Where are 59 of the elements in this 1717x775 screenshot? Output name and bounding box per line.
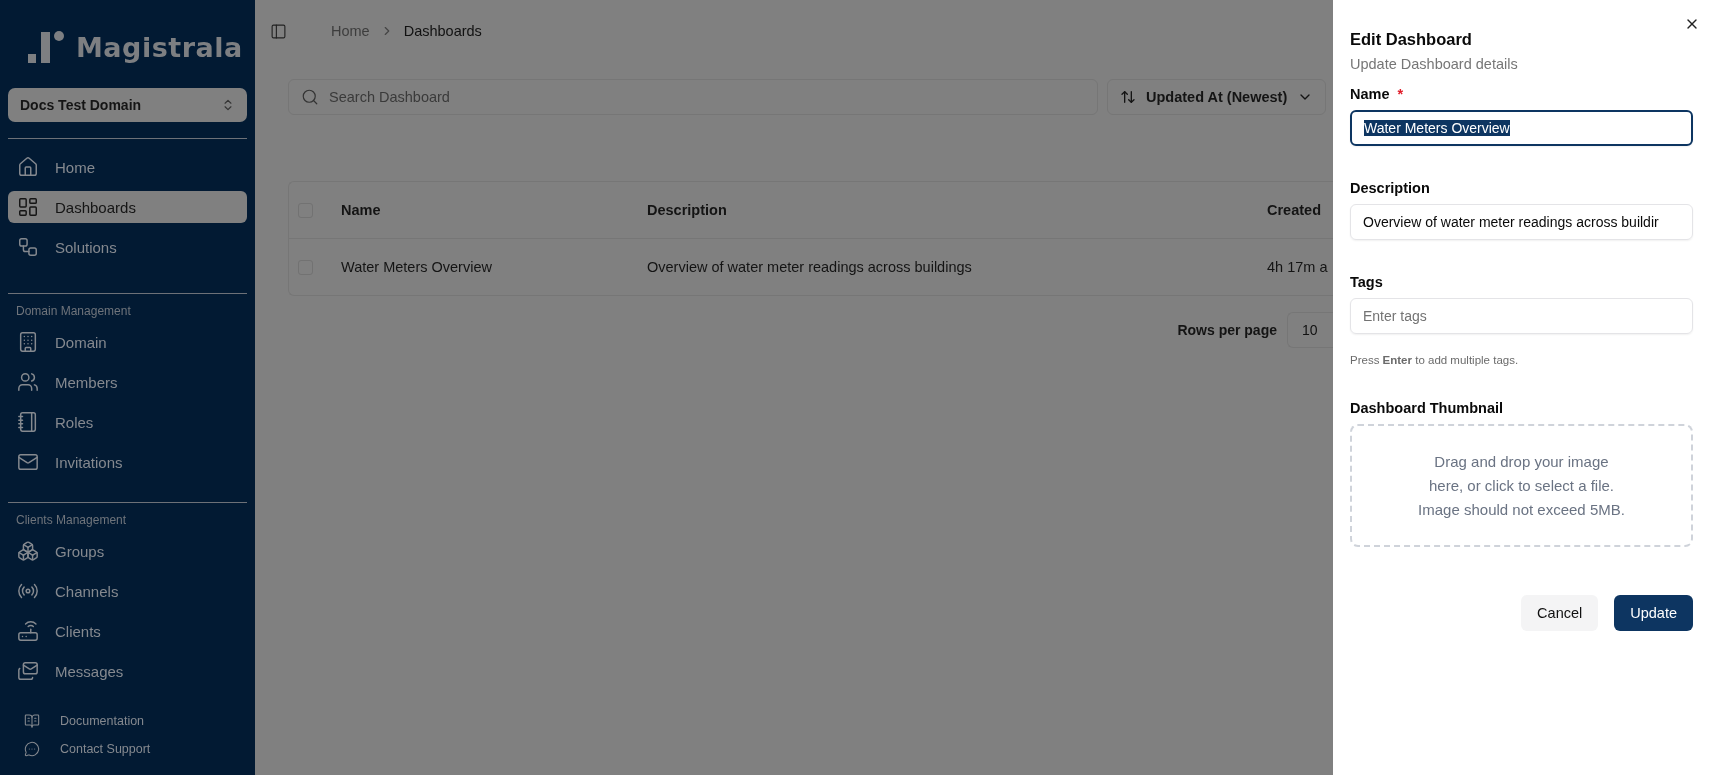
tags-field[interactable]: Enter tags <box>1350 298 1693 334</box>
drawer-title: Edit Dashboard <box>1350 30 1473 49</box>
grid-icon <box>17 196 39 218</box>
sort-button[interactable]: Updated At (Newest) <box>1107 79 1327 115</box>
logo-icon <box>28 30 66 64</box>
name-field[interactable]: Water Meters Overview <box>1350 110 1693 146</box>
field-label: Dashboard Thumbnail <box>1350 400 1505 416</box>
hint-text: Press Enter to add multiple tags. <box>1350 354 1520 366</box>
domain-selector[interactable]: Docs Test Domain <box>8 88 247 122</box>
building-icon <box>17 331 39 353</box>
boxes-icon <box>17 540 39 562</box>
field-label: Tags <box>1350 274 1384 290</box>
sort-icon <box>1120 89 1136 105</box>
field-value: Water Meters Overview <box>1364 120 1510 136</box>
house-icon <box>17 156 39 178</box>
search-field[interactable]: Search Dashboard <box>288 79 1098 115</box>
sidebar-toggle-icon[interactable] <box>270 22 287 40</box>
rows-per-page-label: Rows per page <box>1177 322 1277 338</box>
column-header: Description <box>647 202 728 218</box>
nav-item[interactable]: Dashboards <box>8 191 247 223</box>
image-dropzone[interactable]: Drag and drop your image here, or click to select a file. Image should not exceed 5MB. <box>1350 424 1693 547</box>
table-cell-text: Overview of water meter readings across buildings <box>647 259 973 275</box>
nav-item[interactable]: Invitations <box>8 446 247 478</box>
search-icon <box>301 88 319 106</box>
nav-item[interactable]: Roles <box>8 406 247 438</box>
field-label: Name <box>1350 86 1390 102</box>
footer-link[interactable]: Contact Support <box>8 741 247 757</box>
footer-link[interactable]: Documentation <box>8 713 247 729</box>
table-cell-text: Water Meters Overview <box>341 259 493 275</box>
column-header: Created <box>1267 202 1322 218</box>
mails-icon <box>17 660 39 682</box>
mail-icon <box>17 451 39 473</box>
nav-item[interactable]: Solutions <box>8 231 247 263</box>
table-cell-text: 4h 17m a <box>1267 259 1329 275</box>
field-label: Description <box>1350 180 1431 196</box>
cancel-button[interactable]: Cancel <box>1521 595 1599 631</box>
nav-item[interactable]: Home <box>8 151 247 183</box>
logo-text: Magistrala <box>76 31 243 63</box>
description-field[interactable]: Overview of water meter readings across buildir <box>1350 204 1693 240</box>
nav-item[interactable]: Domain <box>8 326 247 358</box>
column-header: Name <box>341 202 382 218</box>
users-icon <box>17 371 39 393</box>
required-mark: * <box>1397 86 1404 102</box>
section-heading: Domain Management <box>15 303 132 320</box>
flowchart-icon <box>17 236 39 258</box>
nav-item[interactable]: Messages <box>8 655 247 687</box>
book-icon <box>24 713 40 729</box>
chat-icon <box>24 741 40 757</box>
nav-item[interactable]: Members <box>8 366 247 398</box>
nav-item[interactable]: Groups <box>8 535 247 567</box>
nav-item[interactable]: Clients <box>8 615 247 647</box>
notebook-icon <box>17 411 39 433</box>
section-heading: Clients Management <box>15 512 128 529</box>
update-button[interactable]: Update <box>1614 595 1693 631</box>
drawer-subtitle: Update Dashboard details <box>1350 56 1519 72</box>
breadcrumb-link[interactable]: Dashboards <box>403 23 482 39</box>
breadcrumb-link[interactable]: Home <box>331 23 370 39</box>
router-icon <box>17 620 39 642</box>
nav-item[interactable]: Channels <box>8 575 247 607</box>
